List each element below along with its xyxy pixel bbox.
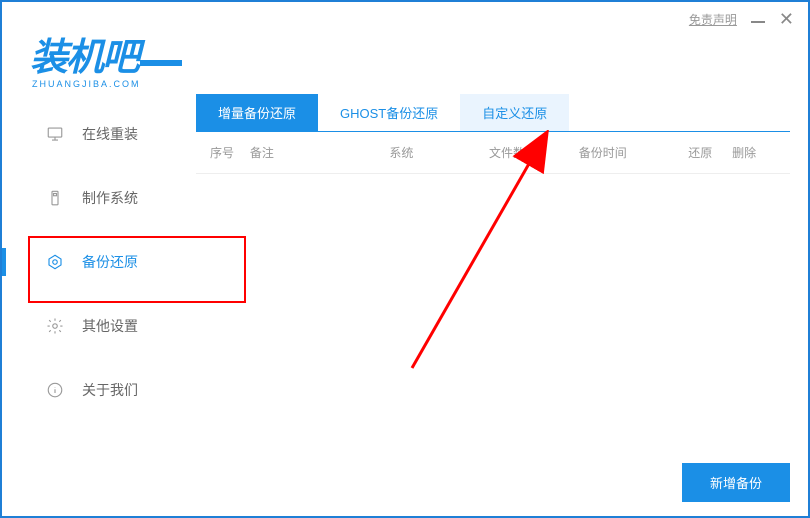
logo-line — [140, 60, 182, 66]
tabs: 增量备份还原 GHOST备份还原 自定义还原 — [196, 94, 790, 132]
col-remark: 备注 — [250, 144, 390, 161]
new-backup-button[interactable]: 新增备份 — [682, 463, 790, 502]
usb-icon — [46, 189, 64, 207]
col-time: 备份时间 — [579, 144, 689, 161]
sidebar-item-label: 其他设置 — [82, 316, 138, 336]
sidebar-item-about[interactable]: 关于我们 — [2, 358, 192, 422]
table-header: 序号 备注 系统 文件数量 备份时间 还原 删除 — [196, 132, 790, 174]
col-delete: 删除 — [732, 144, 776, 161]
disclaimer-link[interactable]: 免责声明 — [689, 11, 737, 28]
logo-text: 装机吧 — [30, 26, 138, 81]
app-logo: 装机吧 ZHUANGJIBA.COM — [30, 26, 182, 89]
close-button[interactable]: ✕ — [779, 10, 794, 28]
logo-subtext: ZHUANGJIBA.COM — [32, 79, 182, 89]
titlebar: 免责声明 ✕ — [689, 10, 794, 28]
gear-icon — [46, 317, 64, 335]
sidebar-item-label: 在线重装 — [82, 124, 138, 144]
backup-icon — [46, 253, 64, 271]
main-content: 增量备份还原 GHOST备份还原 自定义还原 序号 备注 系统 文件数量 备份时… — [196, 94, 790, 502]
info-icon — [46, 381, 64, 399]
sidebar-item-label: 制作系统 — [82, 188, 138, 208]
col-filecount: 文件数量 — [489, 144, 579, 161]
sidebar-item-online-reinstall[interactable]: 在线重装 — [2, 102, 192, 166]
tab-custom-restore[interactable]: 自定义还原 — [460, 94, 569, 131]
window-frame: 免责声明 ✕ 装机吧 ZHUANGJIBA.COM 在线重装 制作系统 备份 — [0, 0, 810, 518]
monitor-icon — [46, 125, 64, 143]
sidebar: 在线重装 制作系统 备份还原 其他设置 关于我们 — [2, 102, 192, 422]
col-restore: 还原 — [688, 144, 732, 161]
sidebar-item-backup-restore[interactable]: 备份还原 — [2, 230, 192, 294]
sidebar-item-label: 关于我们 — [82, 380, 138, 400]
tab-ghost-backup[interactable]: GHOST备份还原 — [318, 94, 460, 131]
sidebar-item-label: 备份还原 — [82, 252, 138, 272]
sidebar-item-make-system[interactable]: 制作系统 — [2, 166, 192, 230]
minimize-button[interactable] — [751, 21, 765, 23]
tab-incremental-backup[interactable]: 增量备份还原 — [196, 94, 318, 131]
col-system: 系统 — [389, 144, 489, 161]
col-index: 序号 — [210, 144, 250, 161]
sidebar-item-other-settings[interactable]: 其他设置 — [2, 294, 192, 358]
